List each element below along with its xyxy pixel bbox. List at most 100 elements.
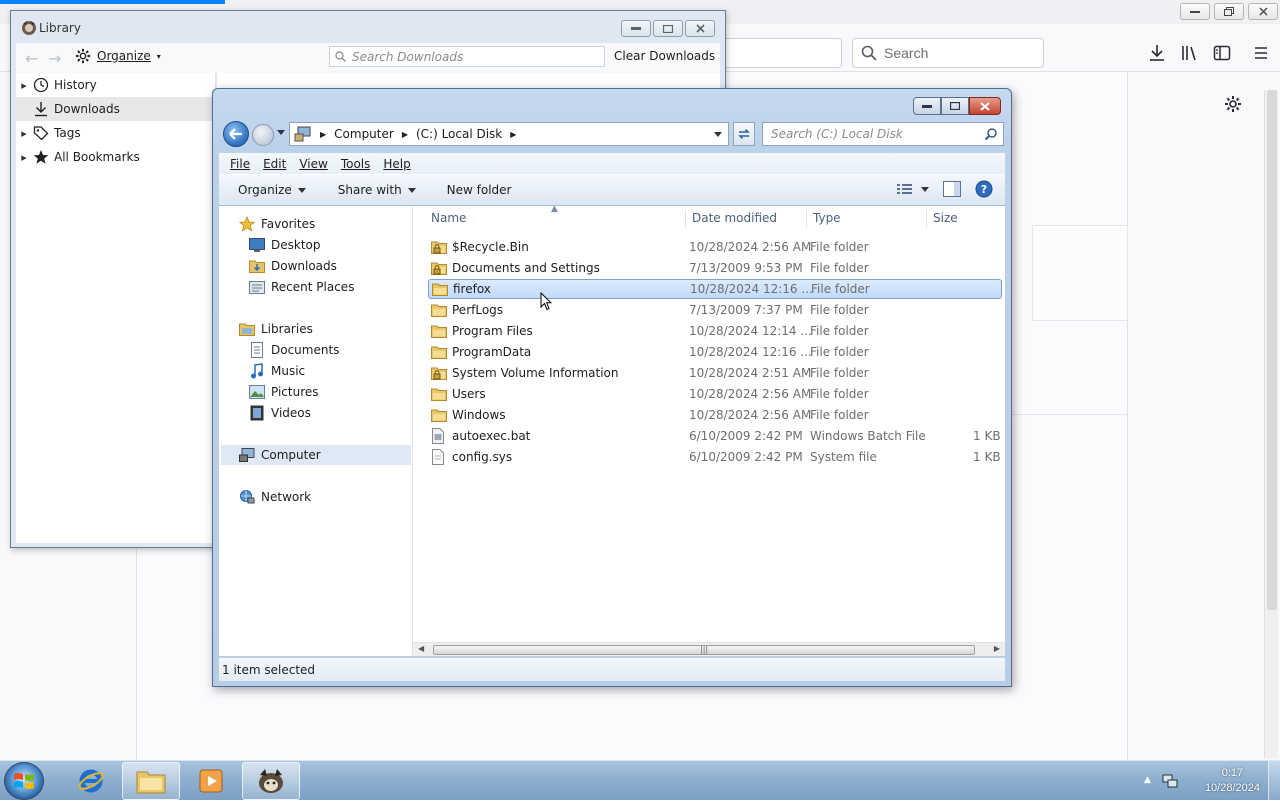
nav-libraries[interactable]: Libraries	[239, 319, 313, 339]
table-row[interactable]: Users 10/28/2024 2:56 AM File folder	[428, 384, 1002, 404]
refresh-button[interactable]	[733, 122, 755, 146]
show-desktop-button[interactable]	[1268, 761, 1280, 801]
nav-pictures[interactable]: Pictures	[249, 382, 319, 402]
start-button[interactable]	[4, 762, 44, 800]
sidebar-item-all-bookmarks[interactable]: ▸ All Bookmarks	[16, 145, 216, 169]
column-divider[interactable]	[926, 210, 927, 228]
menu-view[interactable]: View	[299, 157, 327, 171]
firefox-scrollbar[interactable]	[1264, 90, 1278, 758]
nav-desktop[interactable]: Desktop	[249, 235, 321, 255]
scroll-right-arrow-icon[interactable]: ▶	[994, 644, 1000, 653]
scrollbar-thumb[interactable]: |||	[433, 645, 975, 655]
table-row[interactable]: PerfLogs 7/13/2009 7:37 PM File folder	[428, 300, 1002, 320]
nav-computer[interactable]: Computer	[221, 445, 411, 465]
firefox-search-box[interactable]: Search	[852, 38, 1044, 68]
library-minimize-button[interactable]	[621, 20, 651, 37]
back-arrow-icon[interactable]: ←	[25, 49, 38, 68]
chevron-right-icon[interactable]: ▶	[510, 130, 516, 139]
menu-edit[interactable]: Edit	[263, 157, 286, 171]
table-row[interactable]: Documents and Settings 7/13/2009 9:53 PM F…	[428, 258, 1002, 278]
column-header-date-modified[interactable]: Date modified	[692, 206, 777, 230]
address-history-dropdown[interactable]	[714, 132, 722, 137]
taskbar-internet-explorer[interactable]	[62, 762, 120, 800]
show-hidden-icons-icon[interactable]: ▲	[1144, 775, 1151, 785]
library-icon[interactable]	[1181, 44, 1199, 62]
share-with-button[interactable]: Share with	[338, 183, 416, 197]
recent-pages-dropdown[interactable]	[277, 130, 285, 135]
clock[interactable]: 0:17 10/28/2024	[1205, 766, 1260, 796]
back-button[interactable]	[223, 121, 249, 147]
taskbar-firefox[interactable]	[242, 762, 300, 800]
column-divider[interactable]	[806, 210, 807, 228]
chevron-right-icon[interactable]: ▶	[402, 130, 408, 139]
expand-arrow-icon[interactable]: ▸	[16, 127, 32, 140]
breadcrumb-computer[interactable]: Computer	[334, 127, 394, 141]
sidebar-icon[interactable]	[1213, 44, 1231, 62]
breadcrumb-local-disk[interactable]: (C:) Local Disk	[416, 127, 502, 141]
organize-label: Organize	[97, 49, 151, 63]
file-list[interactable]: ▲ Name Date modified Type Size $Recycle.…	[413, 204, 1005, 656]
explorer-minimize-button[interactable]	[913, 97, 941, 115]
firefox-minimize-button[interactable]	[1180, 3, 1210, 20]
library-close-button[interactable]	[685, 20, 715, 37]
column-divider[interactable]	[685, 210, 686, 228]
firefox-close-button[interactable]	[1248, 3, 1278, 20]
column-header-type[interactable]: Type	[813, 206, 841, 230]
view-options-icon[interactable]	[897, 183, 929, 195]
menu-file[interactable]: File	[230, 157, 250, 171]
taskbar-media-player[interactable]	[182, 762, 240, 800]
column-header-size[interactable]: Size	[933, 206, 958, 230]
organize-button[interactable]: Organize	[238, 183, 306, 197]
hamburger-menu-icon[interactable]	[1252, 44, 1270, 62]
clear-downloads-button[interactable]: Clear Downloads	[614, 49, 715, 63]
firefox-url-bar[interactable]	[716, 38, 842, 68]
table-row[interactable]: config.sys 6/10/2009 2:42 PM System file 1 …	[428, 447, 1002, 467]
forward-button[interactable]	[252, 124, 274, 146]
table-row[interactable]: System Volume Information 10/28/2024 2:51…	[428, 363, 1002, 383]
explorer-close-button[interactable]	[969, 97, 1001, 115]
sidebar-item-tags[interactable]: ▸ Tags	[16, 121, 216, 145]
organize-menu[interactable]: Organize ▾	[75, 48, 161, 64]
network-status-icon[interactable]	[1162, 773, 1178, 789]
downloads-search-input[interactable]: Search Downloads	[329, 46, 605, 67]
explorer-maximize-button[interactable]	[941, 97, 969, 115]
table-row[interactable]: ProgramData 10/28/2024 12:16 ... File fold…	[428, 342, 1002, 362]
horizontal-scrollbar[interactable]: ◀ ||| ▶	[413, 642, 1005, 656]
help-icon[interactable]: ?	[975, 180, 993, 198]
table-row[interactable]: $Recycle.Bin 10/28/2024 2:56 AM File folde…	[428, 237, 1002, 257]
taskbar-windows-explorer[interactable]	[122, 762, 180, 800]
column-header-name[interactable]: Name	[431, 206, 466, 230]
forward-arrow-icon[interactable]: →	[48, 49, 61, 68]
table-row[interactable]: Windows 10/28/2024 2:56 AM File folder	[428, 405, 1002, 425]
nav-network[interactable]: Network	[239, 487, 311, 507]
menu-tools[interactable]: Tools	[341, 157, 371, 171]
nav-downloads[interactable]: Downloads	[249, 256, 337, 276]
nav-favorites[interactable]: Favorites	[239, 214, 315, 234]
top-site-tile[interactable]	[1032, 225, 1128, 321]
address-bar[interactable]: ▶ Computer ▶ (C:) Local Disk ▶	[289, 122, 729, 146]
new-folder-button[interactable]: New folder	[447, 183, 512, 197]
nav-music[interactable]: Music	[249, 361, 305, 381]
nav-documents[interactable]: Documents	[249, 340, 339, 360]
preview-pane-icon[interactable]	[943, 181, 961, 197]
scroll-left-arrow-icon[interactable]: ◀	[418, 644, 424, 653]
table-row[interactable]: autoexec.bat 6/10/2009 2:42 PM Windows Bat…	[428, 426, 1002, 446]
expand-arrow-icon[interactable]: ▸	[16, 151, 32, 164]
file-type: File folder	[810, 387, 869, 401]
chevron-right-icon[interactable]: ▶	[320, 130, 326, 139]
library-maximize-button[interactable]	[653, 20, 683, 37]
table-row[interactable]: firefox 10/28/2024 12:16 ... File folder	[428, 279, 1002, 299]
sidebar-item-label: Tags	[54, 126, 81, 140]
downloads-icon[interactable]	[1148, 44, 1166, 62]
expand-arrow-icon[interactable]: ▸	[16, 79, 32, 92]
menu-help[interactable]: Help	[383, 157, 410, 171]
gear-icon[interactable]	[1224, 95, 1242, 113]
nav-videos[interactable]: Videos	[249, 403, 311, 423]
table-row[interactable]: Program Files 10/28/2024 12:14 ... File fo…	[428, 321, 1002, 341]
sidebar-item-history[interactable]: ▸ History	[16, 73, 216, 97]
firefox-restore-button[interactable]	[1214, 3, 1244, 20]
search-icon[interactable]	[984, 127, 998, 141]
nav-recent-places[interactable]: Recent Places	[249, 277, 354, 297]
sidebar-item-downloads[interactable]: Downloads	[16, 97, 216, 121]
explorer-search-input[interactable]: Search (C:) Local Disk	[762, 122, 1004, 146]
